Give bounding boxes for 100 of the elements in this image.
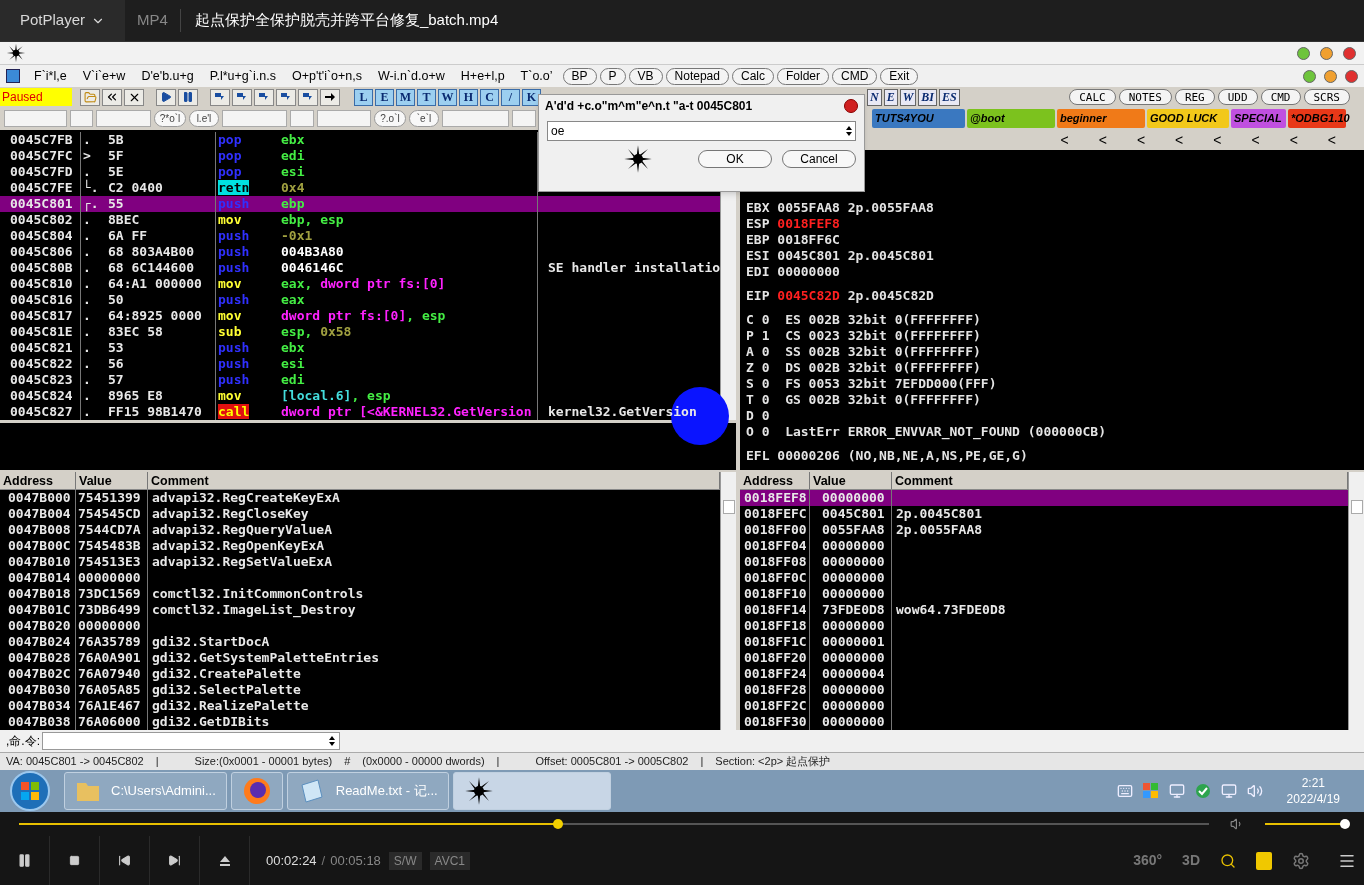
field-button[interactable]: `e`l [409,110,439,127]
code-row[interactable]: 0045C801 ┌. 55 push ebp [0,196,721,212]
stack-row[interactable]: 0018FF14 73FDE0D8 wow64.73FDE0D8 [740,602,1348,618]
brand-menu-button[interactable]: PotPlayer [0,0,126,41]
nav-arrow[interactable]: < [1327,129,1336,151]
tool-button[interactable]: UDD [1217,89,1258,105]
run-to-icon[interactable] [320,88,340,106]
stack-row[interactable]: 0018FF10 00000000 [740,586,1348,602]
quick-button[interactable]: CMD [832,67,878,85]
info-field[interactable] [442,110,509,127]
column-header[interactable]: Address [0,472,76,489]
taskbar-item[interactable] [230,772,283,810]
rewind-icon[interactable] [102,88,122,106]
tool-button[interactable]: CMD [1260,89,1301,105]
quick-button[interactable]: Folder [777,67,829,85]
field-button[interactable]: ?.o`l [374,110,406,127]
close-light[interactable] [1345,69,1358,83]
tool-button[interactable]: REG [1174,89,1215,105]
badge[interactable]: beginner [1057,109,1145,128]
start-button[interactable] [10,771,50,811]
plugin-button[interactable]: ES [939,88,960,106]
field-button[interactable]: ?*o`l [154,110,186,127]
stack-row[interactable]: 0018FF04 00000000 [740,538,1348,554]
menu-item[interactable]: P.l*u+g`i.n.s [209,66,276,86]
info-field[interactable] [317,110,371,127]
info-field[interactable] [290,110,314,127]
stack-row[interactable]: 0018FF28 00000000 [740,682,1348,698]
nav-arrow[interactable]: < [1136,129,1146,151]
stack-row[interactable]: 0018FF08 00000000 [740,554,1348,570]
maximize-light[interactable] [1320,46,1333,60]
subtitle-icon[interactable] [1256,851,1272,870]
menu-item[interactable]: T`o.o’ [520,66,553,86]
command-field[interactable] [42,732,340,750]
column-header[interactable]: Value [76,472,148,489]
quick-button[interactable]: Exit [880,67,919,85]
info-field[interactable] [96,110,151,127]
dialog-button[interactable]: OK [698,150,772,168]
plugin-button[interactable]: E [883,88,898,106]
stack-row[interactable]: 0018FF18 00000000 [740,618,1348,634]
seek-thumb[interactable] [553,819,564,829]
quick-button[interactable]: VB [628,67,663,85]
view-mode-button[interactable]: 360° [1133,850,1163,871]
tool-button[interactable]: CALC [1069,89,1116,105]
step-icon[interactable] [298,88,318,106]
plugin-button[interactable]: W [899,88,917,106]
step-icon[interactable] [232,88,252,106]
comment-field[interactable]: oe [547,121,856,141]
maximize-light[interactable] [1324,69,1337,83]
window-button[interactable]: C [480,88,499,106]
codec-badge[interactable]: AVC1 [429,851,470,870]
quick-button[interactable]: Notepad [665,67,729,85]
stack-row[interactable]: 0018FF1C 00000001 [740,634,1348,650]
window-button[interactable]: W [438,88,457,106]
info-field[interactable] [4,110,67,127]
volume-thumb[interactable] [1340,819,1350,829]
quick-button[interactable]: Calc [731,67,774,85]
stack-row[interactable]: 0018FEF8 00000000 [740,490,1348,506]
badge[interactable]: SPECIAL [1231,109,1286,128]
window-button[interactable]: T [417,88,436,106]
menu-item[interactable]: V`i`e+w [82,66,126,86]
close-button[interactable] [844,99,858,113]
close-icon[interactable] [124,88,144,106]
menu-item[interactable]: D'e'b.u+g [141,66,194,86]
stack-row[interactable]: 0018FF24 00000004 [740,666,1348,682]
step-icon[interactable] [210,88,230,106]
play-icon[interactable] [156,88,176,106]
info-field[interactable] [222,110,287,127]
quick-button[interactable]: P [599,67,626,85]
plugin-button[interactable]: BI [918,88,938,106]
plugin-button[interactable]: N [867,88,882,106]
view-mode-button[interactable]: 3D [1182,850,1200,871]
menu-item[interactable]: W-i.n`d.o+w [378,66,445,86]
badge[interactable]: GOOD LUCK [1147,109,1229,128]
nav-arrow[interactable]: < [1175,129,1184,151]
info-field[interactable] [512,110,536,127]
dialog-button[interactable]: Cancel [782,150,856,168]
nav-arrow[interactable]: < [1098,129,1107,151]
minimize-light[interactable] [1297,46,1310,60]
stack-row[interactable]: 0018FF00 0055FAA8 2p.0055FAA8 [740,522,1348,538]
decoder-badge[interactable]: S/W [388,851,422,870]
stack-row[interactable]: 0018FEFC 0045C801 2p.0045C801 [740,506,1348,522]
taskbar-item[interactable] [452,772,611,810]
quick-button[interactable]: BP [562,67,597,85]
step-icon[interactable] [254,88,274,106]
menu-item[interactable]: O+p't'i`o+n,s [291,66,362,86]
minimize-light[interactable] [1303,69,1316,83]
stack-row[interactable]: 0018FF2C 00000000 [740,698,1348,714]
close-light[interactable] [1343,46,1356,60]
scrollbar[interactable] [1348,472,1364,730]
field-button[interactable]: l.e'l [189,110,219,127]
tool-button[interactable]: NOTES [1118,89,1172,105]
stack-row[interactable]: 0018FF0C 00000000 [740,570,1348,586]
pause-icon[interactable] [178,88,198,106]
window-button[interactable]: H [459,88,478,106]
menu-item[interactable]: H+e+l,p [460,66,505,86]
step-icon[interactable] [276,88,296,106]
tool-button[interactable]: SCRS [1303,89,1350,105]
badge[interactable]: TUTS4YOU [872,109,965,128]
window-button[interactable]: L [354,88,373,106]
nav-arrow[interactable]: < [1289,129,1298,151]
